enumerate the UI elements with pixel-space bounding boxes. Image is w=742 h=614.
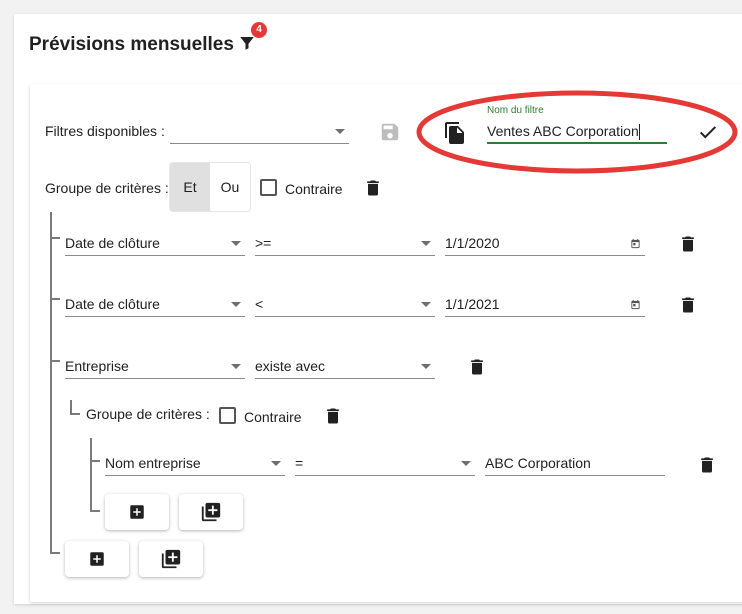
or-toggle-button[interactable]: Ou — [210, 163, 250, 211]
chevron-down-icon — [231, 364, 241, 369]
subgroup-label: Groupe de critères : — [86, 406, 210, 422]
criteria-group-label: Groupe de critères : — [45, 180, 169, 196]
chevron-down-icon — [421, 364, 431, 369]
filter-icon — [240, 37, 254, 50]
tree-branch — [90, 460, 100, 462]
delete-group-button[interactable] — [363, 177, 383, 204]
trash-icon — [327, 408, 339, 424]
and-or-toggle: Et Ou — [170, 163, 250, 211]
trash-icon — [682, 236, 694, 252]
available-filters-select[interactable] — [170, 118, 349, 144]
delete-subgroup-button[interactable] — [323, 405, 343, 432]
subcriterion-operator-select[interactable]: = — [295, 450, 475, 476]
delete-subcriterion-button[interactable] — [697, 454, 717, 481]
add-root-group-button[interactable] — [139, 541, 203, 577]
filter-button[interactable] — [238, 34, 256, 57]
subgroup-contrary-checkbox[interactable] — [219, 407, 236, 424]
tree-branch — [50, 237, 60, 239]
add-root-criterion-button[interactable] — [65, 541, 129, 577]
tree-branch — [70, 413, 80, 415]
criterion-field-select[interactable]: Date de clôture — [65, 230, 245, 256]
contrary-label: Contraire — [285, 181, 343, 197]
contrary-checkbox[interactable] — [260, 179, 277, 196]
chevron-down-icon — [271, 461, 281, 466]
criterion-field-select[interactable]: Entreprise — [65, 353, 245, 379]
add-box-icon — [90, 552, 104, 566]
add-criterion-button[interactable] — [105, 494, 169, 530]
chevron-down-icon — [421, 241, 431, 246]
subgroup-contrary-label: Contraire — [244, 409, 302, 425]
subcriterion-field-select[interactable]: Nom entreprise — [105, 450, 285, 476]
tree-line-root — [50, 212, 52, 554]
criterion-operator-select[interactable]: < — [255, 291, 435, 317]
tree-branch — [50, 360, 60, 362]
calendar-icon[interactable] — [630, 238, 641, 249]
trash-icon — [471, 359, 483, 375]
subcriterion-value-input[interactable]: ABC Corporation — [485, 450, 665, 476]
criterion-operator-select[interactable]: >= — [255, 230, 435, 256]
criterion-date-input[interactable]: 1/1/2021 — [445, 291, 645, 317]
delete-criterion-button[interactable] — [678, 233, 698, 260]
and-toggle-button[interactable]: Et — [170, 163, 210, 211]
delete-criterion-button[interactable] — [678, 294, 698, 321]
criterion-date-input[interactable]: 1/1/2020 — [445, 230, 645, 256]
add-group-button[interactable] — [179, 494, 243, 530]
save-filter-button[interactable] — [379, 121, 401, 148]
tree-branch — [90, 510, 100, 512]
tree-branch — [50, 298, 60, 300]
save-icon — [381, 123, 399, 141]
tree-line-root-end — [50, 552, 60, 554]
filter-count-badge: 4 — [251, 22, 267, 38]
trash-icon — [701, 457, 713, 473]
delete-criterion-button[interactable] — [467, 356, 487, 383]
calendar-icon[interactable] — [630, 299, 641, 310]
trash-icon — [682, 297, 694, 313]
criterion-operator-select[interactable]: existe avec — [255, 353, 435, 379]
page-title: Prévisions mensuelles — [29, 34, 234, 55]
trash-icon — [367, 180, 379, 196]
highlight-annotation — [416, 90, 738, 174]
chevron-down-icon — [231, 302, 241, 307]
available-filters-label: Filtres disponibles : — [45, 123, 165, 139]
chevron-down-icon — [461, 461, 471, 466]
chevron-down-icon — [421, 302, 431, 307]
chevron-down-icon — [335, 129, 345, 134]
chevron-down-icon — [231, 241, 241, 246]
criterion-field-select[interactable]: Date de clôture — [65, 291, 245, 317]
tree-line-subgroup-children — [90, 438, 92, 512]
library-add-icon — [201, 502, 221, 522]
library-add-icon — [161, 549, 181, 569]
add-box-icon — [130, 505, 144, 519]
